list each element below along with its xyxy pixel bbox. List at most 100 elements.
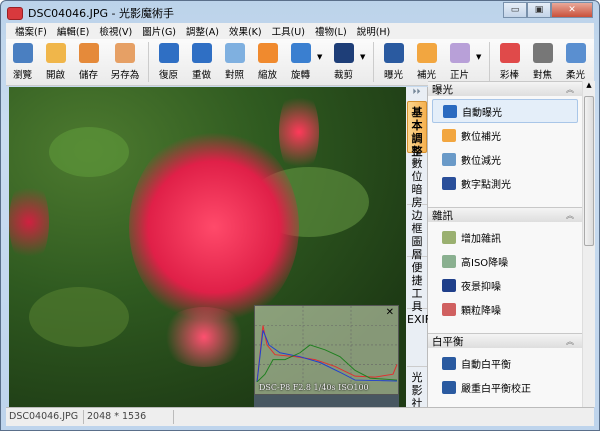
panel-item-label: 數位補光 bbox=[461, 131, 501, 143]
menu-item[interactable]: 工具(U) bbox=[267, 24, 310, 38]
section-title: 白平衡 bbox=[432, 335, 464, 348]
menu-item[interactable]: 調整(A) bbox=[181, 24, 224, 38]
dropdown-arrow-icon[interactable]: ▼ bbox=[360, 39, 370, 85]
toolbar-label: 對照 bbox=[224, 70, 244, 81]
toolbar-button-9[interactable]: 裁剪 bbox=[327, 39, 360, 85]
panel-item-label: 數位減光 bbox=[461, 155, 501, 167]
toolbar-button-15[interactable]: 柔光 bbox=[559, 39, 592, 85]
toolbar-label: 開啟 bbox=[45, 70, 65, 81]
menu-item[interactable]: 檔案(F) bbox=[10, 24, 52, 38]
section-header[interactable]: 白平衡 ︽ bbox=[428, 333, 582, 348]
vertical-tab-bar: ⏵⏵ 基本調整數位暗房边框圖層便捷工具EXIF光影社區 bbox=[406, 87, 431, 423]
panel-item[interactable]: 自動曝光 bbox=[432, 99, 578, 123]
toolbar-label: 儲存 bbox=[78, 70, 98, 81]
tool-icon bbox=[442, 278, 456, 292]
tool-icon bbox=[442, 230, 456, 244]
toolbar-button-5[interactable]: 重做 bbox=[185, 39, 218, 85]
section-items: 自動曝光數位補光數位減光數字點測光 bbox=[428, 96, 582, 207]
toolbar: 瀏覽 開啟 儲存 另存為 復原 重做 對照 縮放 旋轉 ▼ 裁剪 ▼ 曝光 補光 正片 ▼ 彩棒 對焦 柔光 bbox=[6, 39, 594, 86]
status-bar: DSC04046.JPG 2048 * 1536 bbox=[6, 407, 594, 426]
section-header[interactable]: 雜訊 ︽ bbox=[428, 207, 582, 222]
minimize-button[interactable]: ▭ bbox=[503, 2, 527, 18]
menu-item[interactable]: 說明(H) bbox=[352, 24, 396, 38]
collapse-icon[interactable]: ︽ bbox=[566, 336, 574, 347]
panel-item-label: 自動曝光 bbox=[462, 107, 502, 119]
panel-item[interactable]: 嚴重白平衡校正 bbox=[432, 375, 578, 399]
dropdown-arrow-icon[interactable]: ▼ bbox=[317, 39, 327, 85]
toolbar-button-12[interactable]: 正片 bbox=[443, 39, 476, 85]
menu-item[interactable]: 圖片(G) bbox=[137, 24, 181, 38]
toolbar-button-11[interactable]: 補光 bbox=[410, 39, 443, 85]
close-button[interactable]: ✕ bbox=[551, 2, 593, 18]
toolbar-button-6[interactable]: 對照 bbox=[218, 39, 251, 85]
panel-item[interactable]: 夜景抑噪 bbox=[432, 273, 578, 297]
toolbar-button-10[interactable]: 曝光 bbox=[377, 39, 410, 85]
save-as-icon bbox=[115, 43, 135, 63]
title-bar: DSC04046.JPG - 光影魔術手 bbox=[7, 4, 174, 22]
panel-scrollbar[interactable]: ▲ bbox=[582, 81, 595, 407]
menu-item[interactable]: 效果(K) bbox=[224, 24, 267, 38]
toolbar-label: 柔光 bbox=[565, 70, 585, 81]
section-title: 雜訊 bbox=[432, 209, 453, 222]
panel-item[interactable]: 高ISO降噪 bbox=[432, 249, 578, 273]
panel-item-label: 增加雜訊 bbox=[461, 233, 501, 245]
vertical-tab[interactable]: 便捷工具 bbox=[407, 257, 427, 313]
toolbar-label: 曝光 bbox=[383, 70, 403, 81]
panel-item-label: 自動白平衡 bbox=[461, 359, 511, 371]
toolbar-button-13[interactable]: 彩棒 bbox=[493, 39, 526, 85]
dropdown-arrow-icon[interactable]: ▼ bbox=[476, 39, 486, 85]
toolbar-button-4[interactable]: 復原 bbox=[152, 39, 185, 85]
histogram-blue bbox=[256, 330, 398, 382]
toolbar-button-1[interactable]: 開啟 bbox=[39, 39, 72, 85]
collapse-icon[interactable]: ︽ bbox=[566, 210, 574, 221]
vertical-tab[interactable]: 數位暗房 bbox=[407, 153, 427, 209]
menu-item[interactable]: 禮物(L) bbox=[310, 24, 352, 38]
panel-item-label: 高ISO降噪 bbox=[461, 257, 509, 269]
undo-icon bbox=[158, 43, 179, 63]
toolbar-button-3[interactable]: 另存為 bbox=[105, 39, 145, 85]
vertical-tab[interactable]: 边框圖層 bbox=[407, 205, 427, 261]
exposure-icon bbox=[383, 43, 404, 63]
toolbar-label: 重做 bbox=[191, 70, 211, 81]
panel-item[interactable]: 數位補光 bbox=[432, 123, 578, 147]
panel-item[interactable]: 數字點測光 bbox=[432, 171, 578, 195]
resize-icon bbox=[257, 43, 278, 63]
panel-item[interactable]: 顆粒降噪 bbox=[432, 297, 578, 321]
rotate-icon bbox=[290, 43, 311, 63]
tool-icon bbox=[442, 302, 456, 316]
collapse-icon[interactable]: ︽ bbox=[566, 84, 574, 95]
toolbar-label: 旋轉 bbox=[290, 70, 310, 81]
scrollbar-thumb[interactable] bbox=[584, 96, 594, 246]
panel-item[interactable]: 數位減光 bbox=[432, 147, 578, 171]
toolbar-button-14[interactable]: 對焦 bbox=[526, 39, 559, 85]
histogram-close-icon[interactable]: ✕ bbox=[386, 307, 394, 318]
toolbar-button-7[interactable]: 縮放 bbox=[251, 39, 284, 85]
histogram-chart bbox=[255, 306, 398, 382]
panel-item[interactable]: 增加雜訊 bbox=[432, 225, 578, 249]
toolbar-button-0[interactable]: 瀏覽 bbox=[6, 39, 39, 85]
vertical-tab[interactable]: 基本調整 bbox=[407, 101, 427, 158]
fill-light-icon bbox=[416, 43, 437, 63]
toolbar-button-2[interactable]: 儲存 bbox=[72, 39, 105, 85]
menu-item[interactable]: 檢視(V) bbox=[94, 24, 137, 38]
folder-open-icon bbox=[45, 43, 66, 63]
focus-icon bbox=[532, 43, 553, 63]
menu-bar: 檔案(F) 編輯(E) 檢視(V) 圖片(G) 調整(A) 效果(K) 工具(U) 禮物(L)… bbox=[6, 23, 594, 39]
maximize-button[interactable]: ▣ bbox=[527, 2, 551, 18]
section-header[interactable]: 曝光 ︽ bbox=[428, 81, 582, 96]
toolbar-label: 復原 bbox=[158, 70, 178, 81]
toolbar-button-8[interactable]: 旋轉 bbox=[284, 39, 317, 85]
panel-item-label: 嚴重白平衡校正 bbox=[461, 383, 531, 395]
section-title: 曝光 bbox=[432, 83, 453, 96]
panel-item-label: 顆粒降噪 bbox=[461, 305, 501, 317]
tool-icon bbox=[443, 104, 457, 118]
tool-icon bbox=[442, 380, 456, 394]
menu-item[interactable]: 編輯(E) bbox=[52, 24, 94, 38]
vertical-tab[interactable]: EXIF bbox=[407, 309, 431, 367]
histogram-red bbox=[256, 325, 398, 382]
section-items: 自動白平衡嚴重白平衡校正 bbox=[428, 348, 582, 407]
panel-item[interactable]: 自動白平衡 bbox=[432, 351, 578, 375]
expand-panel-icon[interactable]: ⏵⏵ bbox=[406, 87, 427, 101]
tool-panel: 曝光 ︽ 自動曝光 數位補光 數位減光 數字點測光 雜訊 ︽ 增加雜訊 高ISO降噪 夜景抑噪 顆粒降… bbox=[428, 81, 582, 407]
tool-icon bbox=[442, 356, 456, 370]
